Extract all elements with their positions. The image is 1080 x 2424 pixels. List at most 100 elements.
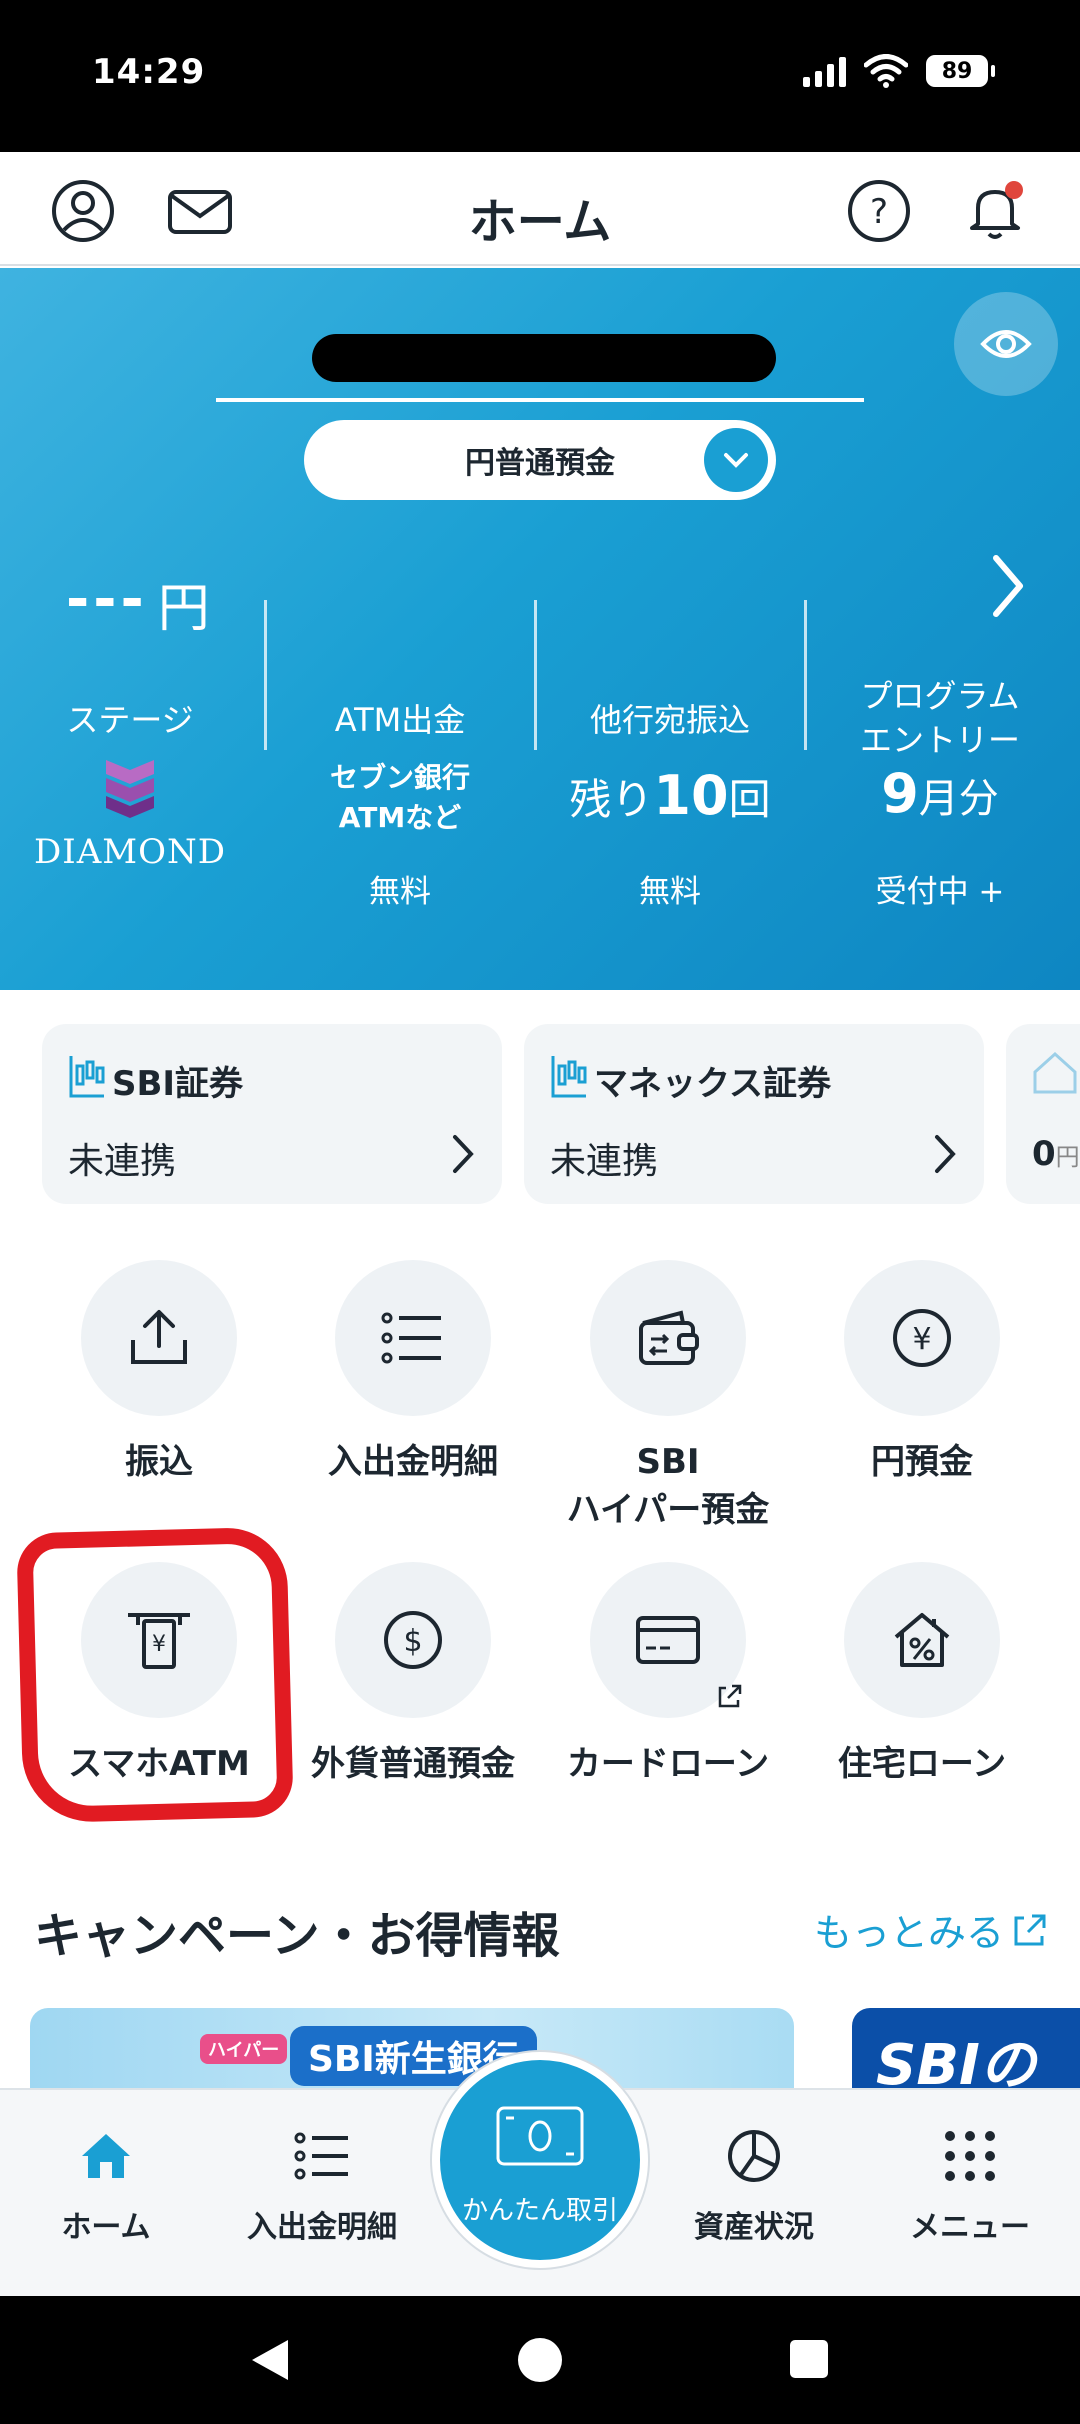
page-title: ホーム <box>468 194 612 250</box>
stage-stat[interactable]: ステージ DIAMOND <box>0 698 260 872</box>
stat-divider <box>264 600 267 750</box>
stage-rank: DIAMOND <box>34 832 226 872</box>
wallet-transfer-icon <box>590 1260 746 1416</box>
campaign-more-link[interactable]: もっとみる <box>814 1902 1050 1957</box>
stat-divider <box>534 600 537 750</box>
campaign-more-label: もっとみる <box>813 1911 1004 1955</box>
diamond-rank-icon <box>106 760 154 818</box>
menu-label: 振込 <box>125 1442 193 1482</box>
menu-history[interactable]: 入出金明細 <box>288 1260 538 1486</box>
nav-label: ホーム <box>61 2210 151 2245</box>
menu-label: SBI ハイパー預金 <box>566 1442 770 1530</box>
atm-stat[interactable]: ATM出金 セブン銀行 ATMなど 無料 <box>270 698 530 910</box>
status-icons: 89 <box>803 54 995 88</box>
linkage-name: マネックス証券 <box>594 1064 831 1104</box>
banner-text: SBIの <box>876 2033 1036 2088</box>
partial-asset-value: 0 <box>1032 1134 1056 1174</box>
battery-indicator: 89 <box>926 55 995 87</box>
atm-fee: 無料 <box>369 874 431 910</box>
transfer-label: 他行宛振込 <box>589 701 750 739</box>
external-link-icon <box>718 1684 742 1708</box>
chevron-right-icon <box>935 1135 956 1173</box>
nav-menu[interactable]: メニュー <box>870 2126 1070 2246</box>
menu-housing-loan[interactable]: 住宅ローン <box>797 1562 1047 1788</box>
app-header: ホーム ? <box>0 152 1080 266</box>
notification-bell-icon[interactable] <box>962 178 1028 244</box>
partial-asset-card[interactable]: 0円 <box>1006 1024 1080 1204</box>
menu-yen-deposit[interactable]: ¥ 円預金 <box>797 1260 1047 1486</box>
banknote-icon <box>496 2106 584 2166</box>
house-percent-icon <box>844 1562 1000 1718</box>
card-icon <box>590 1562 746 1718</box>
quick-transaction-button[interactable]: かんたん取引 <box>432 2052 648 2268</box>
nav-label: メニュー <box>910 2210 1030 2245</box>
home-icon <box>82 2134 130 2178</box>
list-icon <box>294 2132 348 2180</box>
help-icon[interactable]: ? <box>846 178 912 244</box>
menu-card-loan[interactable]: カードローン <box>543 1562 793 1788</box>
svg-text:¥: ¥ <box>912 1322 931 1357</box>
partial-asset-unit: 円 <box>1055 1143 1080 1171</box>
grid-menu-icon <box>945 2131 995 2181</box>
status-time: 14:29 <box>92 52 206 92</box>
account-summary-panel: 円普通預金 --- 円 ステージ DIAMOND ATM出金 セブン銀行 ATM… <box>0 268 1080 990</box>
balance-unit: 円 <box>157 579 214 639</box>
nav-label: 資産状況 <box>694 2210 814 2245</box>
banner-tag: ハイパー <box>200 2034 288 2064</box>
system-navigation-bar <box>0 2296 1080 2424</box>
nav-history[interactable]: 入出金明細 <box>222 2126 422 2246</box>
status-bar: 14:29 89 <box>0 0 1080 152</box>
atm-detail-line1: セブン銀行 <box>329 761 470 794</box>
program-label-line2: エントリー <box>859 721 1020 759</box>
menu-label: カードローン <box>566 1744 770 1784</box>
program-label-line1: プログラム <box>860 677 1020 715</box>
nav-home[interactable]: ホーム <box>6 2126 206 2246</box>
program-stat[interactable]: プログラム エントリー 9月分 受付中 + <box>810 677 1070 910</box>
toggle-visibility-button[interactable] <box>954 292 1058 396</box>
monex-securities-card[interactable]: マネックス証券 未連携 <box>524 1024 984 1204</box>
program-status: 受付中 + <box>875 874 1005 910</box>
recent-apps-icon[interactable] <box>788 2338 830 2380</box>
chevron-down-icon <box>704 428 768 492</box>
account-type-label: 円普通預金 <box>465 446 615 481</box>
atm-detail-line2: ATMなど <box>338 801 462 834</box>
nav-label: 入出金明細 <box>247 2210 397 2245</box>
linkage-status: 未連携 <box>550 1141 659 1182</box>
program-month-suffix: 月分 <box>918 776 999 822</box>
svg-text:$: $ <box>403 1624 422 1659</box>
back-icon[interactable] <box>246 2336 292 2384</box>
balance-display: --- 円 <box>66 558 214 639</box>
eye-icon <box>980 330 1032 358</box>
external-link-icon <box>1014 1914 1046 1945</box>
pie-chart-icon <box>728 2130 780 2182</box>
campaign-section-title: キャンペーン・お得情報 <box>34 1908 560 1964</box>
nav-assets[interactable]: 資産状況 <box>654 2126 854 2246</box>
menu-label: 円預金 <box>871 1442 973 1482</box>
chevron-right-icon <box>453 1135 474 1173</box>
transfer-count: 10 <box>653 764 729 827</box>
linkage-status: 未連携 <box>68 1141 177 1182</box>
cell-signal-icon <box>803 55 846 87</box>
candlestick-chart-icon <box>69 1056 105 1098</box>
menu-label: 外貨普通預金 <box>311 1744 515 1784</box>
menu-transfer[interactable]: 振込 <box>34 1260 284 1486</box>
balance-value: --- <box>66 567 148 632</box>
menu-foreign-deposit[interactable]: $ 外貨普通預金 <box>288 1562 538 1788</box>
chevron-right-icon[interactable] <box>988 550 1028 622</box>
account-type-selector[interactable]: 円普通預金 <box>304 420 776 500</box>
home-circle-icon[interactable] <box>516 2336 564 2384</box>
svg-text:?: ? <box>870 192 888 232</box>
campaign-banner[interactable]: SBIの <box>852 2008 1080 2088</box>
menu-label: 入出金明細 <box>328 1442 498 1482</box>
transfer-suffix: 回 <box>728 775 771 824</box>
stage-label: ステージ <box>66 701 194 739</box>
account-name-underline <box>216 398 864 402</box>
sbi-securities-card[interactable]: SBI証券 未連携 <box>42 1024 502 1204</box>
campaign-banner[interactable]: ハイパー SBI新生銀行 <box>30 2008 794 2088</box>
menu-hyper-deposit[interactable]: SBI ハイパー預金 <box>543 1260 793 1534</box>
transfer-stat[interactable]: 他行宛振込 残り10回 無料 <box>540 698 800 910</box>
redacted-account-name <box>312 334 776 382</box>
candlestick-chart-icon <box>551 1056 587 1098</box>
stat-divider <box>804 600 807 750</box>
upload-tray-icon <box>81 1260 237 1416</box>
